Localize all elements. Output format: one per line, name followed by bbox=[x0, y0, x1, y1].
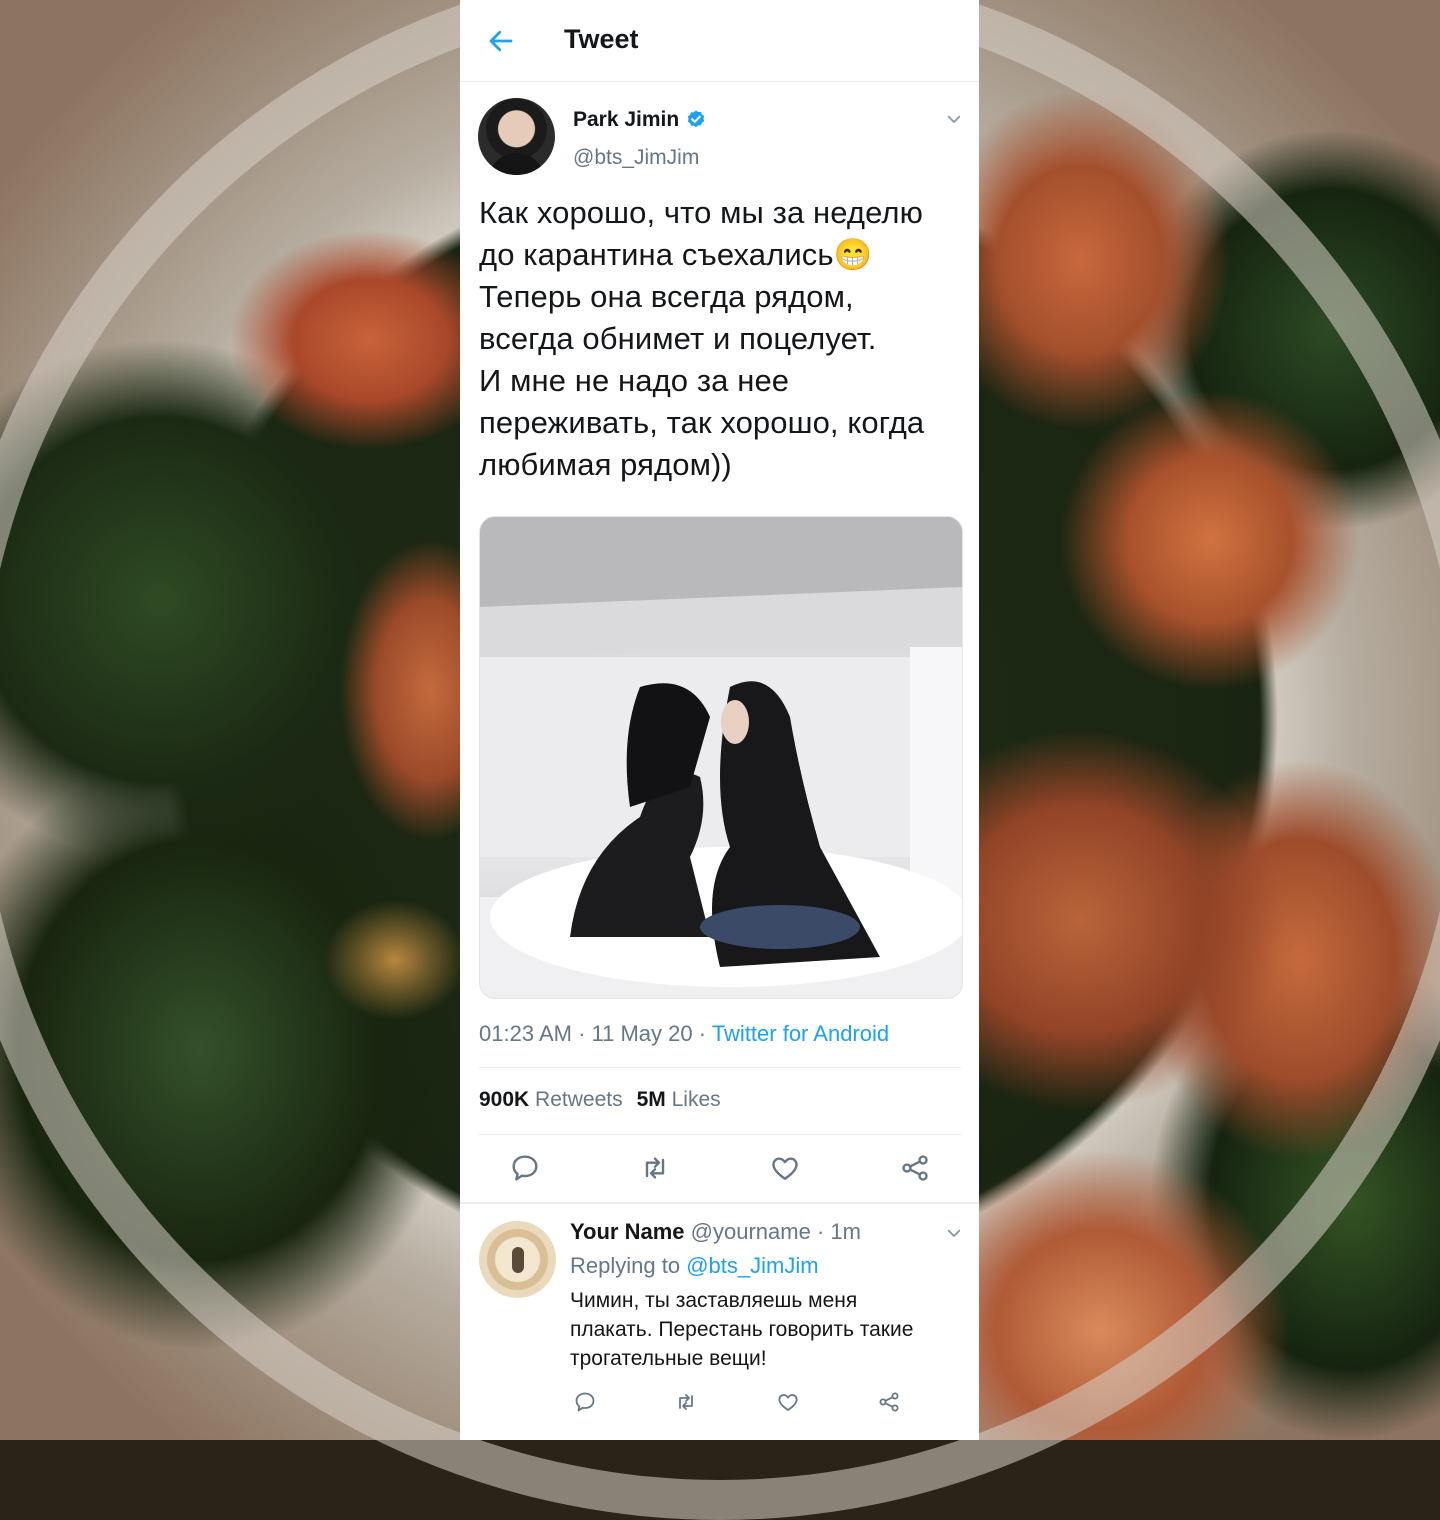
tweet-text: Как хорошо, что мы за неделю до карантин… bbox=[479, 195, 925, 482]
tweet-client-link[interactable]: Twitter for Android bbox=[712, 1021, 889, 1046]
reply-icon[interactable] bbox=[509, 1152, 541, 1184]
tweet-author[interactable]: Park Jimin @bts_JimJim bbox=[460, 82, 979, 192]
share-icon[interactable] bbox=[899, 1152, 931, 1184]
author-handle: @bts_JimJim bbox=[573, 146, 700, 169]
likes-stat[interactable]: 5M Likes bbox=[637, 1088, 721, 1111]
retweets-label: Retweets bbox=[535, 1088, 623, 1111]
retweets-stat[interactable]: 900K Retweets bbox=[479, 1088, 623, 1111]
avatar[interactable] bbox=[479, 1221, 556, 1298]
divider bbox=[479, 1134, 961, 1135]
like-icon[interactable] bbox=[776, 1390, 800, 1414]
reply-tweet[interactable]: Your Name @yourname · 1m Replying to @bt… bbox=[460, 1204, 979, 1440]
retweets-count: 900K bbox=[479, 1088, 530, 1111]
tweet-time: 01:23 AM bbox=[479, 1021, 572, 1046]
top-bar: Tweet bbox=[460, 0, 979, 82]
share-icon[interactable] bbox=[877, 1390, 901, 1414]
divider bbox=[479, 1067, 961, 1068]
retweet-icon[interactable] bbox=[639, 1152, 671, 1184]
replying-to-label: Replying to bbox=[570, 1253, 681, 1278]
page-title: Tweet bbox=[564, 24, 639, 54]
like-icon[interactable] bbox=[769, 1152, 801, 1184]
retweet-icon[interactable] bbox=[674, 1390, 698, 1414]
replying-to-mention[interactable]: @bts_JimJim bbox=[686, 1253, 818, 1278]
likes-label: Likes bbox=[671, 1088, 721, 1111]
replying-to: Replying to @bts_JimJim bbox=[570, 1253, 819, 1279]
chevron-down-icon[interactable] bbox=[945, 110, 963, 128]
reply-icon[interactable] bbox=[573, 1390, 597, 1414]
tweet-meta: 01:23 AM · 11 May 20 · Twitter for Andro… bbox=[479, 1021, 890, 1046]
chevron-down-icon[interactable] bbox=[945, 1224, 963, 1242]
reply-header: Your Name @yourname · 1m bbox=[570, 1219, 861, 1244]
reply-author-handle: @yourname bbox=[690, 1219, 811, 1244]
reply-text: Чимин, ты заставляешь меня плакать. Пере… bbox=[570, 1289, 914, 1370]
verified-icon bbox=[688, 110, 705, 128]
avatar[interactable] bbox=[478, 98, 555, 175]
tweet-panel: Tweet Park Jimin @bts_JimJim Как хорошо,… bbox=[460, 0, 979, 1440]
reply-author-name[interactable]: Your Name bbox=[570, 1219, 685, 1244]
author-name[interactable]: Park Jimin bbox=[573, 108, 679, 132]
reply-actions bbox=[460, 1390, 979, 1420]
tweet-media-photo[interactable] bbox=[479, 516, 963, 999]
tweet-actions bbox=[460, 1148, 979, 1188]
tweet-stats: 900K Retweets 5M Likes bbox=[479, 1088, 721, 1112]
likes-count: 5M bbox=[636, 1088, 666, 1111]
reply-age: 1m bbox=[830, 1219, 861, 1244]
tweet-date: 11 May 20 bbox=[591, 1021, 693, 1046]
back-arrow-icon[interactable] bbox=[486, 26, 516, 56]
